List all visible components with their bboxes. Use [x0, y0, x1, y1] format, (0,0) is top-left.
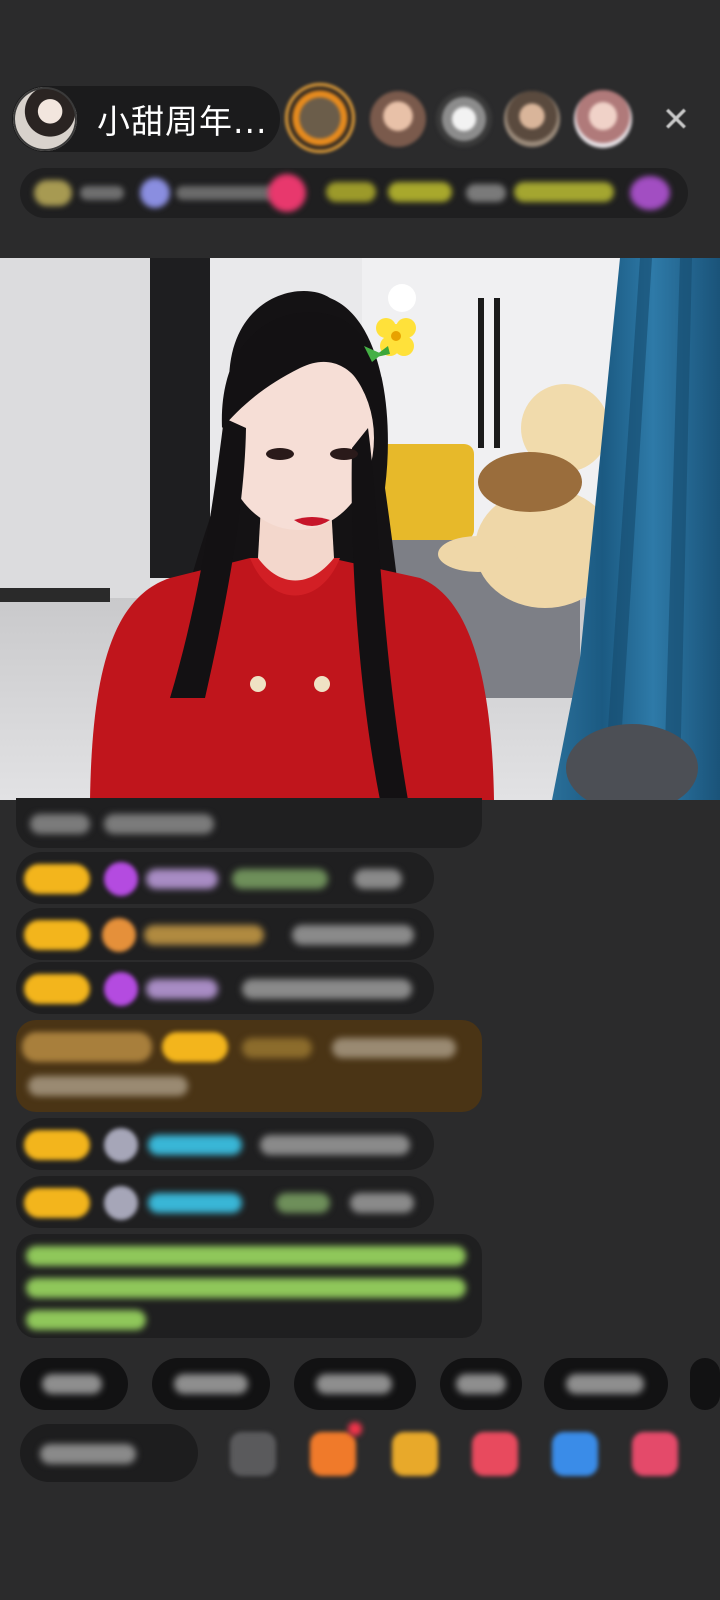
username [146, 869, 218, 889]
quick-reply-chip-5[interactable] [544, 1358, 668, 1410]
chat-text [276, 1193, 330, 1213]
chip-text [566, 1374, 644, 1394]
gem-icon [104, 862, 138, 896]
chat-text [260, 1135, 410, 1155]
rank-icon [34, 180, 72, 206]
more-icon [630, 176, 670, 210]
chat-text [104, 814, 214, 834]
video-frame [0, 258, 720, 800]
chat-text [350, 1193, 414, 1213]
level-badge [24, 1130, 90, 1160]
close-icon[interactable]: ✕ [656, 100, 696, 140]
fan-icon [102, 918, 136, 952]
emoji-icon[interactable] [230, 1432, 276, 1476]
viewer-avatar-3[interactable] [436, 91, 492, 147]
promo-text-3 [466, 184, 506, 202]
live-video[interactable] [0, 258, 720, 800]
quick-reply-chip-4[interactable] [440, 1358, 522, 1410]
share-icon[interactable] [552, 1432, 598, 1476]
promo-text-4 [514, 182, 614, 202]
username [242, 1038, 312, 1058]
chat-text [232, 869, 328, 889]
more-gifts-icon[interactable] [632, 1432, 678, 1476]
chat-text [242, 979, 412, 999]
red-packet-icon[interactable] [392, 1432, 438, 1476]
viewer-avatar-4[interactable] [504, 91, 560, 147]
quick-reply-chip-2[interactable] [152, 1358, 270, 1410]
chat-message-3[interactable] [16, 962, 434, 1014]
chat-message-1[interactable] [16, 852, 434, 904]
quick-reply-chip-1[interactable] [20, 1358, 128, 1410]
username [148, 1135, 242, 1155]
notice-text [26, 1246, 466, 1266]
anchor-name: 小甜周年... [97, 102, 268, 141]
chat-text [30, 814, 90, 834]
level-badge [162, 1032, 228, 1062]
quick-reply-chip-6[interactable] [690, 1358, 720, 1410]
chip-text [174, 1374, 248, 1394]
notice-text [26, 1310, 146, 1330]
viewer-avatar-2[interactable] [370, 91, 426, 147]
anchor-info-pill[interactable]: 小甜周年... [12, 86, 280, 152]
chat-text [354, 869, 402, 889]
gem-icon [104, 972, 138, 1006]
chat-text [28, 1076, 188, 1096]
user-avatar-icon [104, 1186, 138, 1220]
level-badge [24, 974, 90, 1004]
highlight-badge [22, 1032, 152, 1062]
chip-text [456, 1374, 506, 1394]
chat-message-2[interactable] [16, 908, 434, 960]
level-badge [24, 1188, 90, 1218]
gem-icon [140, 178, 170, 208]
chat-message-5[interactable] [16, 1176, 434, 1228]
username [144, 925, 264, 945]
rank-text [80, 186, 124, 200]
user-avatar-icon [104, 1128, 138, 1162]
game-icon[interactable] [472, 1432, 518, 1476]
anchor-avatar[interactable] [13, 87, 77, 151]
notice-text [26, 1278, 466, 1298]
viewer-avatar-5[interactable] [574, 90, 632, 148]
level-badge [24, 864, 90, 894]
promo-text-2 [388, 182, 452, 202]
live-stream-room: 小甜周年... ✕ [0, 0, 720, 1600]
chat-input[interactable] [20, 1424, 198, 1482]
gift-box-icon[interactable] [310, 1432, 356, 1476]
chat-text [292, 925, 414, 945]
chat-highlight-message[interactable] [16, 1020, 482, 1112]
chat-message-4[interactable] [16, 1118, 434, 1170]
chip-text [316, 1374, 392, 1394]
level-badge [24, 920, 90, 950]
input-placeholder [40, 1444, 136, 1464]
chat-message-0[interactable] [16, 798, 482, 848]
notification-dot [348, 1422, 362, 1436]
quick-reply-chip-3[interactable] [294, 1358, 416, 1410]
gem-text [176, 186, 276, 200]
promo-text-1 [326, 182, 376, 202]
chat-text [332, 1038, 456, 1058]
chip-text [42, 1374, 102, 1394]
gift-icon [268, 174, 306, 212]
info-strip[interactable] [20, 168, 688, 218]
system-notice [16, 1234, 482, 1338]
username [148, 1193, 242, 1213]
username [146, 979, 218, 999]
viewer-avatar-1[interactable] [288, 86, 352, 150]
